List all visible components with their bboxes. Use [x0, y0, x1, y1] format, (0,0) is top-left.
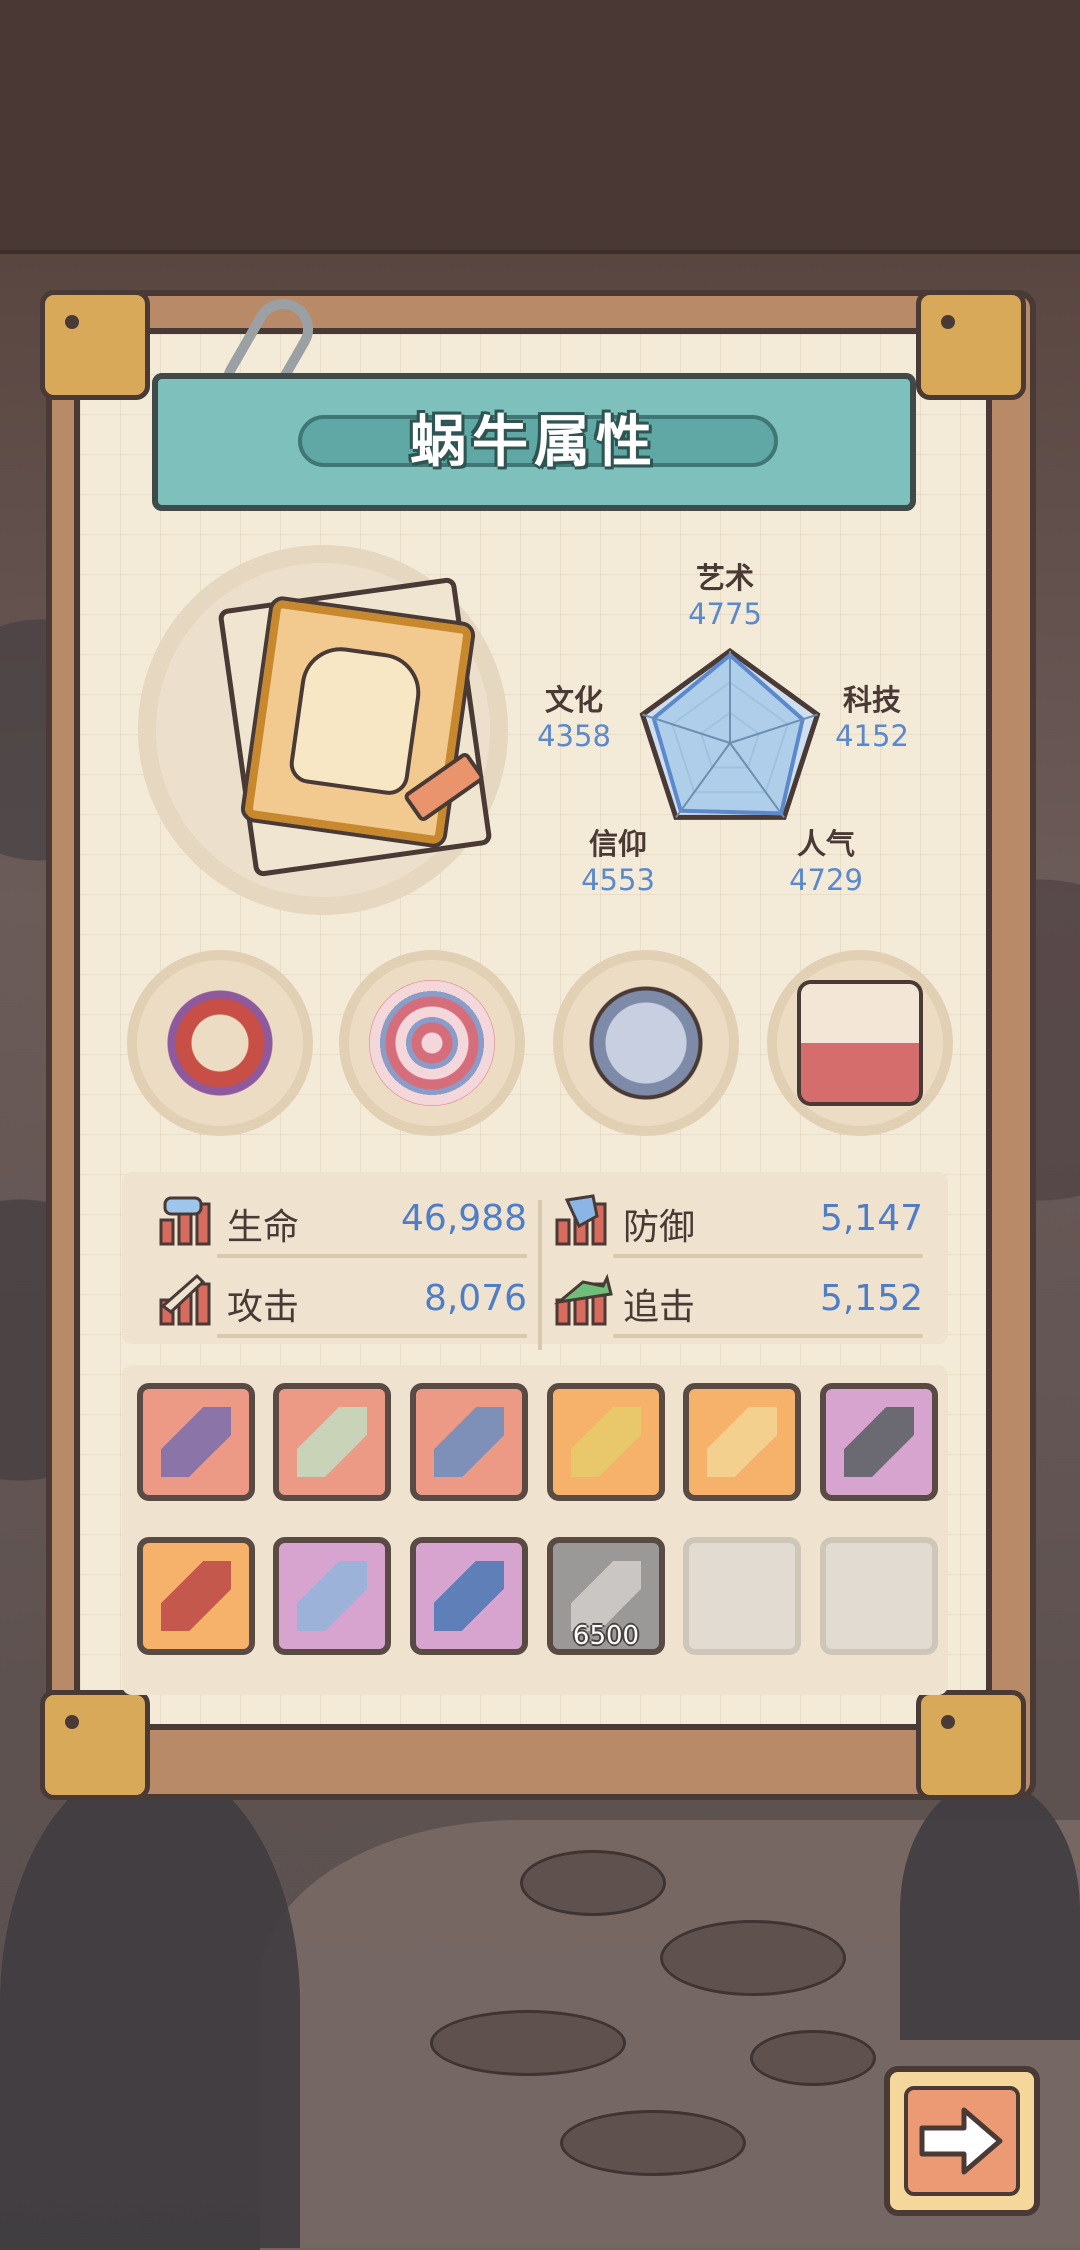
- board-corner: [40, 290, 150, 400]
- thorny-ring-relic-icon: [157, 980, 283, 1106]
- radar-stat-value: 4358: [537, 719, 611, 753]
- stat-value: 5,147: [819, 1198, 923, 1239]
- radar-shape: [651, 652, 805, 816]
- gear-slot[interactable]: [137, 1383, 255, 1501]
- stat-label: 防御: [623, 1207, 696, 1248]
- stat-label: 追击: [623, 1287, 696, 1328]
- gear-slot[interactable]: [820, 1383, 938, 1501]
- radar-stat-value: 4729: [789, 863, 863, 897]
- snail-shell-icon: [369, 980, 495, 1106]
- scythe-hammer-icon: [844, 1407, 914, 1477]
- radar-stat-name: 科技: [842, 683, 901, 717]
- radar-stat-faith: 信仰 4553: [558, 826, 678, 898]
- attack-bars-icon: [159, 1273, 211, 1326]
- gear-slot[interactable]: 6500: [547, 1537, 665, 1655]
- relic-slot-snail-shell[interactable]: [339, 950, 525, 1136]
- health-bars-icon: [159, 1196, 211, 1246]
- board-corner: [916, 290, 1026, 400]
- pursuit-bars-icon: [553, 1273, 613, 1326]
- background-bush: [900, 1780, 1080, 2040]
- radar-stat-name: 信仰: [588, 827, 647, 861]
- radar-stat-name: 人气: [796, 827, 855, 861]
- defense-bars-icon: [555, 1194, 607, 1246]
- bandage-armband-icon: [161, 1407, 231, 1477]
- row-divider: [613, 1334, 923, 1338]
- winged-helmet-icon: [571, 1407, 641, 1477]
- next-button-inner: [904, 2086, 1020, 2196]
- stat-label: 攻击: [227, 1287, 300, 1328]
- gear-slot[interactable]: [137, 1537, 255, 1655]
- radar-stat-art: 艺术 4775: [665, 560, 785, 632]
- relic-slot-thorny-ring[interactable]: [127, 950, 313, 1136]
- stat-value: 8,076: [423, 1278, 527, 1319]
- radar-stat-popularity: 人气 4729: [766, 826, 886, 898]
- radar-stat-value: 4775: [688, 597, 762, 631]
- gear-slot[interactable]: [683, 1383, 801, 1501]
- potion-crate-icon: [797, 980, 923, 1106]
- title-banner: 蜗牛属性: [152, 373, 916, 511]
- relic-slot-compass[interactable]: [553, 950, 739, 1136]
- gear-slot[interactable]: [273, 1383, 391, 1501]
- stepping-stone: [660, 1920, 846, 1996]
- mech-gauntlet-icon: [434, 1407, 504, 1477]
- background-top: [0, 0, 1080, 254]
- stepping-stone: [520, 1850, 666, 1916]
- gear-slot-cost: 6500: [572, 1621, 640, 1651]
- gear-slot-empty[interactable]: [820, 1537, 938, 1655]
- radar-stat-value: 4152: [835, 719, 909, 753]
- chain-weight-icon: [161, 1561, 231, 1631]
- sword-icon: [297, 1407, 367, 1477]
- radar-stat-name: 文化: [544, 683, 603, 717]
- dagger-icon: [297, 1561, 367, 1631]
- row-divider: [613, 1254, 923, 1258]
- gear-slot[interactable]: [547, 1383, 665, 1501]
- snail-face-icon: [287, 642, 426, 798]
- stat-row-pursuit: 追击 5,152: [553, 1270, 923, 1338]
- light-saber-icon: [707, 1407, 777, 1477]
- radar-stat-name: 艺术: [695, 561, 754, 595]
- next-button[interactable]: [884, 2066, 1040, 2216]
- compass-icon: [583, 980, 709, 1106]
- radar-stat-tech: 科技 4152: [812, 682, 932, 754]
- crest-emblem-icon: [434, 1561, 504, 1631]
- relic-slot-potion-crate[interactable]: [767, 950, 953, 1136]
- radar-stat-value: 4553: [581, 863, 655, 897]
- board-corner: [916, 1690, 1026, 1800]
- gear-slot[interactable]: [410, 1537, 528, 1655]
- gear-slot-empty[interactable]: [683, 1537, 801, 1655]
- stat-value: 46,988: [401, 1198, 527, 1239]
- stepping-stone: [430, 2010, 626, 2076]
- stat-value: 5,152: [819, 1278, 923, 1319]
- row-divider: [217, 1254, 527, 1258]
- radar-chart: [639, 647, 821, 820]
- radar-stat-culture: 文化 4358: [514, 682, 634, 754]
- page-title: 蜗牛属性: [410, 410, 658, 475]
- gear-slot[interactable]: [273, 1537, 391, 1655]
- stats-divider: [538, 1200, 542, 1350]
- stepping-stone: [560, 2110, 746, 2176]
- stat-row-defense: 防御 5,147: [553, 1190, 923, 1258]
- row-divider: [217, 1334, 527, 1338]
- stat-row-attack: 攻击 8,076: [157, 1270, 527, 1338]
- stat-label: 生命: [227, 1207, 300, 1248]
- gear-slot[interactable]: [410, 1383, 528, 1501]
- stepping-stone: [750, 2030, 876, 2086]
- stat-row-health: 生命 46,988: [157, 1190, 527, 1258]
- arrow-right-icon: [919, 2107, 1003, 2175]
- board-corner: [40, 1690, 150, 1800]
- background-bush: [0, 1760, 300, 2248]
